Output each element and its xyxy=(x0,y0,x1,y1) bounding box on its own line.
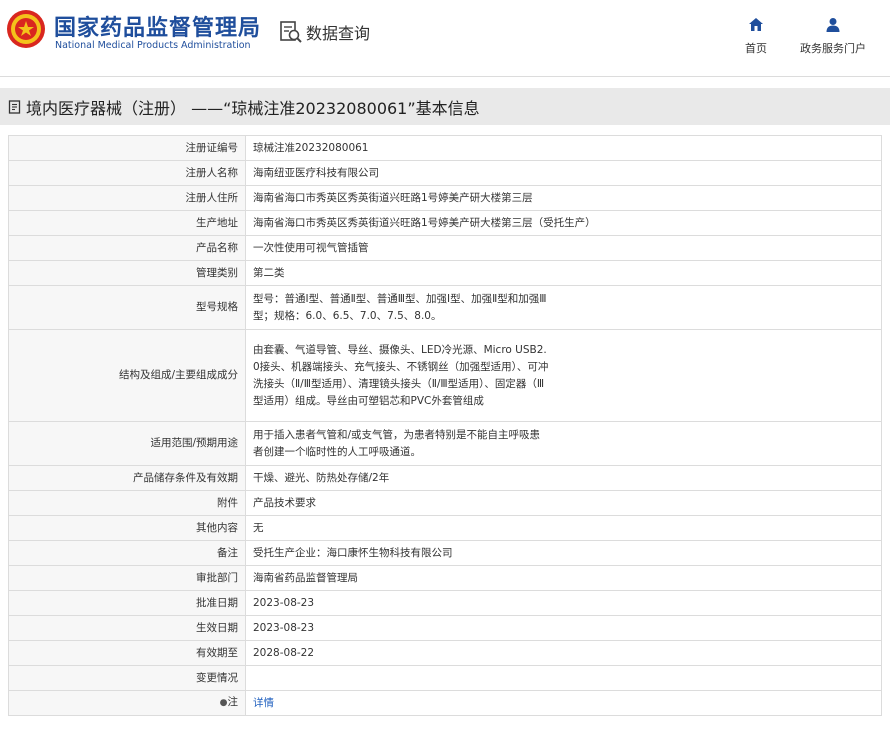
site-header: 国家药品监督管理局 National Medical Products Admi… xyxy=(0,0,890,77)
table-row: 备注 受托生产企业：海口康怀生物科技有限公司 xyxy=(8,540,882,566)
page-title: 境内医疗器械（注册） ——“琼械注准20232080061”基本信息 xyxy=(26,98,480,118)
row-value: 产品技术要求 xyxy=(245,490,882,516)
row-value: 干燥、避光、防热处存储/2年 xyxy=(245,465,882,491)
nav-service-portal[interactable]: 政务服务门户 xyxy=(798,17,868,56)
table-row: 审批部门 海南省药品监督管理局 xyxy=(8,565,882,591)
row-value: 用于插入患者气管和/或支气管，为患者特别是不能自主呼吸患者创建一个临时性的人工呼… xyxy=(253,428,541,458)
row-value: 由套囊、气道导管、导丝、摄像头、LED冷光源、Micro USB2.0接头、机器… xyxy=(253,343,549,407)
row-label: 产品名称 xyxy=(8,235,246,261)
row-label: 变更情况 xyxy=(8,665,246,691)
table-row: 结构及组成/主要组成成分 由套囊、气道导管、导丝、摄像头、LED冷光源、Micr… xyxy=(8,329,882,422)
row-value: 2028-08-22 xyxy=(245,640,882,666)
row-value: 2023-08-23 xyxy=(245,615,882,641)
row-label: 其他内容 xyxy=(8,515,246,541)
table-row: 批准日期 2023-08-23 xyxy=(8,590,882,616)
agency-name-cn: 国家药品监督管理局 xyxy=(54,16,262,41)
nav-home-label: 首页 xyxy=(745,42,767,55)
table-row: 附件 产品技术要求 xyxy=(8,490,882,516)
document-icon xyxy=(8,99,21,114)
table-row: 变更情况 xyxy=(8,665,882,691)
table-row: 适用范围/预期用途 用于插入患者气管和/或支气管，为患者特别是不能自主呼吸患者创… xyxy=(8,421,882,466)
row-label: 生效日期 xyxy=(8,615,246,641)
row-value: 海南省海口市秀英区秀英街道兴旺路1号婷美产研大楼第三层 xyxy=(245,185,882,211)
row-value xyxy=(245,665,882,691)
details-link[interactable]: 详情 xyxy=(253,697,274,709)
row-label: 注 xyxy=(227,696,239,708)
row-label: 管理类别 xyxy=(8,260,246,286)
row-label: 生产地址 xyxy=(8,210,246,236)
nav-service-label: 政务服务门户 xyxy=(800,42,866,55)
row-label: 备注 xyxy=(8,540,246,566)
table-row: 生效日期 2023-08-23 xyxy=(8,615,882,641)
table-row: 注册人住所 海南省海口市秀英区秀英街道兴旺路1号婷美产研大楼第三层 xyxy=(8,185,882,211)
row-value: 无 xyxy=(245,515,882,541)
table-row: 产品储存条件及有效期 干燥、避光、防热处存储/2年 xyxy=(8,465,882,491)
nav-home[interactable]: 首页 xyxy=(742,17,770,56)
row-label: 注册人名称 xyxy=(8,160,246,186)
row-value: 海南省药品监督管理局 xyxy=(245,565,882,591)
row-value: 型号：普通Ⅰ型、普通Ⅱ型、普通Ⅲ型、加强Ⅰ型、加强Ⅱ型和加强Ⅲ型；规格：6.0、… xyxy=(253,292,547,322)
row-label: 结构及组成/主要组成成分 xyxy=(8,329,246,422)
row-value: 海南省海口市秀英区秀英街道兴旺路1号婷美产研大楼第三层（受托生产） xyxy=(245,210,882,236)
document-search-icon xyxy=(280,21,302,43)
row-value: 受托生产企业：海口康怀生物科技有限公司 xyxy=(245,540,882,566)
data-query-label: 数据查询 xyxy=(306,24,371,43)
row-value: 2023-08-23 xyxy=(245,590,882,616)
row-label: 产品储存条件及有效期 xyxy=(8,465,246,491)
row-value: 一次性使用可视气管插管 xyxy=(245,235,882,261)
table-row: 产品名称 一次性使用可视气管插管 xyxy=(8,235,882,261)
user-icon xyxy=(826,18,840,32)
table-row: 生产地址 海南省海口市秀英区秀英街道兴旺路1号婷美产研大楼第三层（受托生产） xyxy=(8,210,882,236)
row-value: 海南纽亚医疗科技有限公司 xyxy=(245,160,882,186)
row-label: 型号规格 xyxy=(8,285,246,330)
row-label: 适用范围/预期用途 xyxy=(8,421,246,466)
row-value: 第二类 xyxy=(245,260,882,286)
row-value: 琼械注准20232080061 xyxy=(245,135,882,161)
home-icon xyxy=(749,18,763,31)
row-label: 批准日期 xyxy=(8,590,246,616)
table-row: 有效期至 2028-08-22 xyxy=(8,640,882,666)
table-row: 管理类别 第二类 xyxy=(8,260,882,286)
table-row: 其他内容 无 xyxy=(8,515,882,541)
table-row: 注册人名称 海南纽亚医疗科技有限公司 xyxy=(8,160,882,186)
page-titlebar: 境内医疗器械（注册） ——“琼械注准20232080061”基本信息 xyxy=(0,88,890,125)
row-label: 审批部门 xyxy=(8,565,246,591)
agency-name-en: National Medical Products Administration xyxy=(55,40,251,51)
row-label: 附件 xyxy=(8,490,246,516)
row-label: 注册证编号 xyxy=(8,135,246,161)
bullet-icon: ● xyxy=(219,698,228,708)
registration-info-table: 注册证编号 琼械注准20232080061 注册人名称 海南纽亚医疗科技有限公司… xyxy=(8,135,882,716)
table-row: 型号规格 型号：普通Ⅰ型、普通Ⅱ型、普通Ⅲ型、加强Ⅰ型、加强Ⅱ型和加强Ⅲ型；规格… xyxy=(8,285,882,330)
data-query-link[interactable]: 数据查询 xyxy=(279,20,370,44)
table-row: 注册证编号 琼械注准20232080061 xyxy=(8,135,882,161)
row-label: 有效期至 xyxy=(8,640,246,666)
table-row: ●注 详情 xyxy=(8,690,882,716)
row-label: 注册人住所 xyxy=(8,185,246,211)
agency-emblem-icon xyxy=(7,10,45,48)
